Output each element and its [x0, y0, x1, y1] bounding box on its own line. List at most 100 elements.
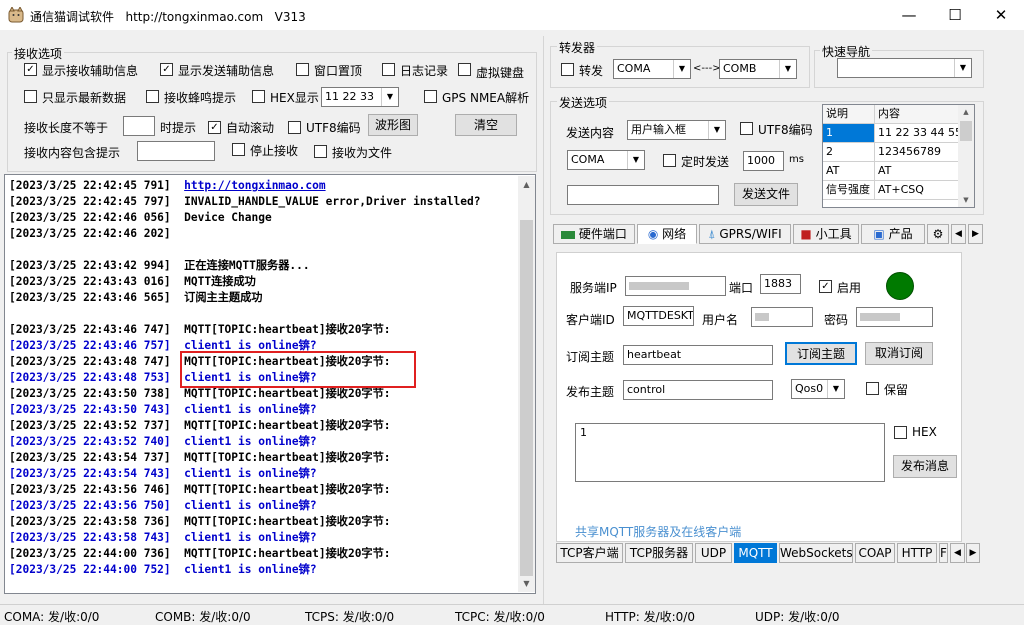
- table-cell[interactable]: AT+CSQ: [875, 181, 959, 200]
- bottom-tab-scroll-right[interactable]: ▶: [966, 543, 980, 563]
- table-cell[interactable]: AT: [875, 162, 959, 181]
- table-cell[interactable]: 1: [823, 124, 875, 143]
- tab-tools[interactable]: ■ 小工具: [793, 224, 859, 244]
- scroll-thumb[interactable]: [520, 220, 533, 576]
- log-link[interactable]: http://tongxinmao.com: [184, 179, 325, 192]
- table-cell[interactable]: 信号强度: [823, 181, 875, 200]
- log-message: client1 is online锛?: [184, 499, 317, 512]
- hex-send-checkbox[interactable]: [894, 426, 907, 439]
- table-cell[interactable]: 2: [823, 143, 875, 162]
- share-mqtt-link[interactable]: 共享MQTT服务器及在线客户端: [575, 523, 741, 540]
- log-timestamp: [2023/3/25 22:43:58 743]: [9, 531, 171, 544]
- recv-beep-checkbox[interactable]: [146, 90, 159, 103]
- minimize-button[interactable]: —: [886, 0, 932, 30]
- auto-scroll-checkbox[interactable]: ✓: [208, 121, 221, 134]
- quick-nav-select[interactable]: ▼: [837, 58, 972, 78]
- tab-scroll-right[interactable]: ▶: [968, 224, 983, 244]
- splitter[interactable]: [543, 36, 544, 604]
- send-port-select[interactable]: COMA ▼: [567, 150, 645, 170]
- port-input[interactable]: 1883: [760, 274, 801, 294]
- log-record-checkbox[interactable]: [382, 63, 395, 76]
- forward-checkbox[interactable]: [561, 63, 574, 76]
- window-top-checkbox[interactable]: [296, 63, 309, 76]
- tab-http[interactable]: HTTP: [897, 543, 937, 563]
- forward-port-b-select[interactable]: COMB ▼: [719, 59, 797, 79]
- tab-scroll-left[interactable]: ◀: [951, 224, 966, 244]
- log-timestamp: [2023/3/25 22:42:46 056]: [9, 211, 171, 224]
- tab-settings[interactable]: ⚙: [927, 224, 949, 244]
- log-timestamp: [2023/3/25 22:43:54 737]: [9, 451, 171, 464]
- qos-select[interactable]: Qos0 ▼: [791, 379, 845, 399]
- command-table-scrollbar[interactable]: ▲ ▼: [958, 105, 974, 207]
- send-interval-input[interactable]: 1000: [743, 151, 784, 171]
- enable-label: 启用: [837, 281, 862, 295]
- stop-recv-checkbox[interactable]: [232, 143, 245, 156]
- log-timestamp: [2023/3/25 22:43:46 757]: [9, 339, 171, 352]
- show-send-aux-checkbox[interactable]: ✓: [160, 63, 173, 76]
- hex-display-checkbox[interactable]: [252, 90, 265, 103]
- show-recv-aux-checkbox[interactable]: ✓: [24, 63, 37, 76]
- enable-checkbox[interactable]: ✓: [819, 280, 832, 293]
- log-timestamp: [2023/3/25 22:42:46 202]: [9, 227, 171, 240]
- scroll-up-icon[interactable]: ▲: [518, 176, 535, 193]
- scroll-down-icon[interactable]: ▼: [518, 575, 535, 592]
- close-button[interactable]: ✕: [978, 0, 1024, 30]
- command-table[interactable]: 说明 内容 1 11 22 33 44 55 2 123456789 AT AT 信号强度 AT+…: [822, 104, 975, 208]
- gps-nmea-checkbox[interactable]: [424, 90, 437, 103]
- send-file-button[interactable]: 发送文件: [734, 183, 798, 206]
- show-send-aux-label: 显示发送辅助信息: [178, 64, 275, 78]
- timed-send-checkbox[interactable]: [663, 154, 676, 167]
- tab-gprs-wifi-label: GPRS/WIFI: [719, 227, 782, 241]
- tab-hardware-port[interactable]: 硬件端口: [553, 224, 635, 244]
- clear-button[interactable]: 清空: [455, 114, 517, 136]
- publish-message-textarea[interactable]: 1: [575, 423, 885, 482]
- unsubscribe-button[interactable]: 取消订阅: [865, 342, 933, 365]
- publish-topic-input[interactable]: control: [623, 380, 773, 400]
- len-not-equal-input[interactable]: [123, 116, 155, 136]
- table-cell[interactable]: 123456789: [875, 143, 959, 162]
- subscribe-button[interactable]: 订阅主题: [785, 342, 857, 365]
- scroll-thumb[interactable]: [960, 121, 972, 141]
- recv-to-file-checkbox[interactable]: [314, 145, 327, 158]
- app-url: http://tongxinmao.com: [125, 10, 264, 24]
- send-input[interactable]: [567, 185, 719, 205]
- hex-display-select[interactable]: 11 22 33 ▼: [321, 87, 399, 107]
- waveform-button[interactable]: 波形图: [368, 114, 418, 136]
- tab-websockets[interactable]: WebSockets: [779, 543, 853, 563]
- tab-network[interactable]: ◉ 网络: [637, 224, 697, 244]
- scroll-up-icon[interactable]: ▲: [958, 105, 974, 119]
- tab-tcp-client[interactable]: TCP客户端: [556, 543, 623, 563]
- only-latest-label: 只显示最新数据: [42, 91, 127, 105]
- utf8-send-checkbox[interactable]: [740, 122, 753, 135]
- server-ip-input[interactable]: [625, 276, 726, 296]
- scroll-down-icon[interactable]: ▼: [958, 193, 974, 207]
- tab-udp[interactable]: UDP: [695, 543, 732, 563]
- tab-gprs-wifi[interactable]: ⍋ GPRS/WIFI: [699, 224, 791, 244]
- subscribe-topic-input[interactable]: heartbeat: [623, 345, 773, 365]
- stop-recv-label: 停止接收: [250, 144, 299, 158]
- publish-button[interactable]: 发布消息: [893, 455, 957, 478]
- table-cell[interactable]: 11 22 33 44 55: [875, 124, 959, 143]
- contains-tip-input[interactable]: [137, 141, 215, 161]
- tab-coap[interactable]: COAP: [855, 543, 895, 563]
- tab-network-label: 网络: [662, 227, 687, 241]
- forward-port-a-select[interactable]: COMA ▼: [613, 59, 691, 79]
- tab-mqtt[interactable]: MQTT: [734, 543, 777, 563]
- tab-more[interactable]: F: [939, 543, 948, 563]
- maximize-button[interactable]: ☐: [932, 0, 978, 30]
- log-message: MQTT[TOPIC:heartbeat]接收20字节:: [184, 419, 391, 432]
- bottom-tab-scroll-left[interactable]: ◀: [950, 543, 965, 563]
- password-input[interactable]: [856, 307, 933, 327]
- client-id-input[interactable]: MQTTDESKT: [623, 306, 694, 326]
- log-message: MQTT[TOPIC:heartbeat]接收20字节:: [184, 547, 391, 560]
- table-cell[interactable]: AT: [823, 162, 875, 181]
- retain-checkbox[interactable]: [866, 382, 879, 395]
- virtual-keyboard-checkbox[interactable]: [458, 63, 471, 76]
- send-mode-select[interactable]: 用户输入框 ▼: [627, 120, 726, 140]
- log-scrollbar[interactable]: ▲ ▼: [518, 176, 535, 592]
- tab-tcp-server[interactable]: TCP服务器: [625, 543, 693, 563]
- utf8-recv-checkbox[interactable]: [288, 121, 301, 134]
- username-input[interactable]: [751, 307, 813, 327]
- tab-products[interactable]: ▣ 产品: [861, 224, 925, 244]
- only-latest-checkbox[interactable]: [24, 90, 37, 103]
